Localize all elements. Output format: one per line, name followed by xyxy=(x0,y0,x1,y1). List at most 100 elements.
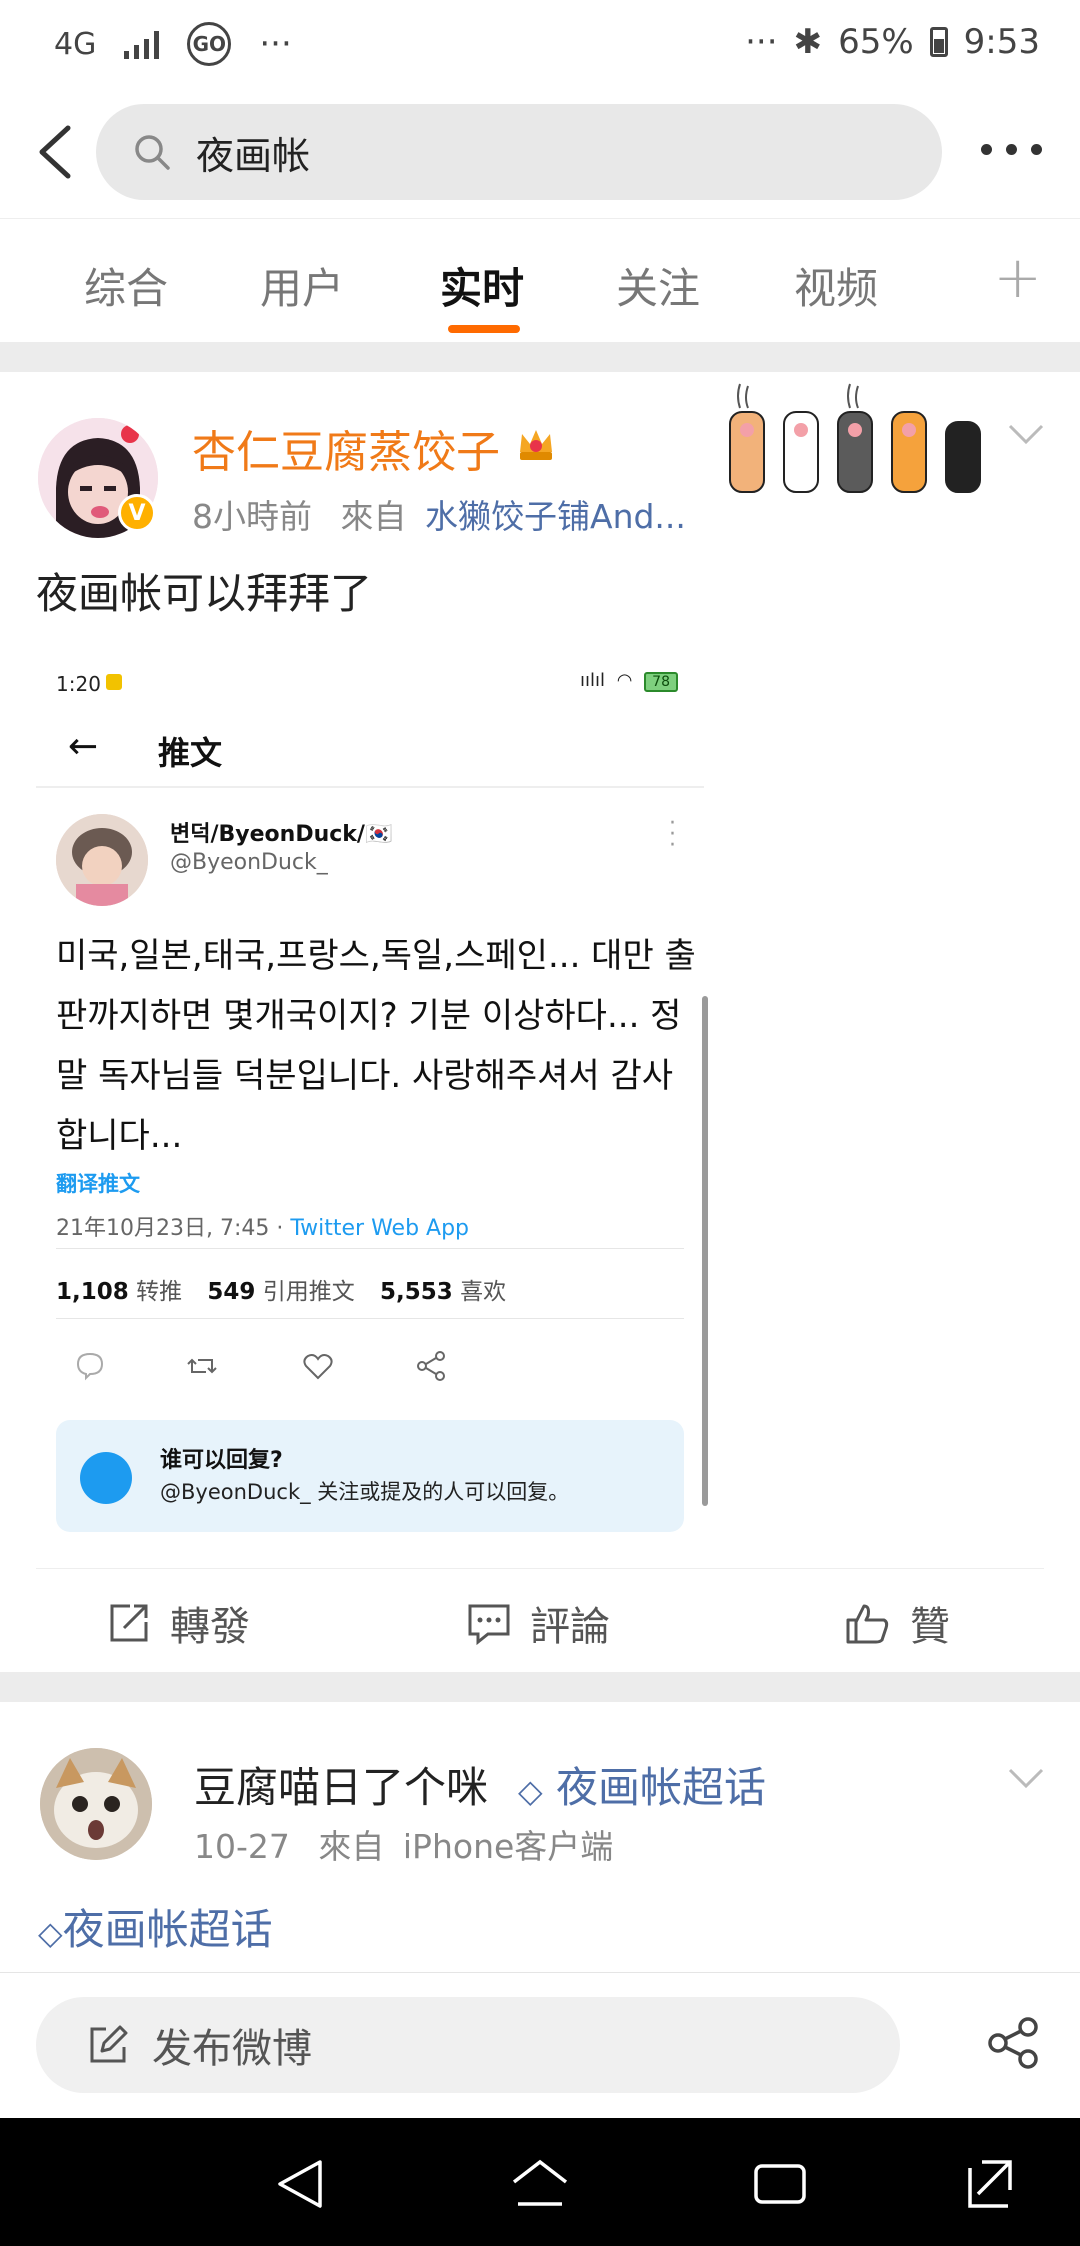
search-query: 夜画帐 xyxy=(196,133,311,178)
like-label: 喜欢 xyxy=(460,1279,507,1305)
super-topic-link[interactable]: ◇ 夜画帐超话 xyxy=(518,1754,766,1815)
comment-button[interactable]: 評論 xyxy=(466,1594,610,1652)
tab-realtime[interactable]: 实时 xyxy=(440,255,524,316)
repost-button[interactable]: 轉發 xyxy=(106,1594,250,1652)
post-source: iPhone客户端 xyxy=(402,1827,614,1866)
avatar-cat-illustration xyxy=(40,1748,152,1860)
like-count: 5,553 xyxy=(380,1279,453,1305)
nav-expand-icon[interactable] xyxy=(960,2156,1020,2212)
status-left: 4G GO ··· xyxy=(54,22,292,66)
embedded-stats: 1,108 转推 549 引用推文 5,553 喜欢 xyxy=(56,1272,506,1306)
divider xyxy=(36,786,704,788)
thumbs-up-icon xyxy=(846,1604,889,1644)
post-text: 夜画帐可以拜拜了 xyxy=(36,569,373,618)
embedded-tweet-text: 미국,일본,태국,프랑스,독일,스페인... 대만 출판까지하면 몇개국이지? … xyxy=(56,936,696,1156)
embedded-title: 推文 xyxy=(158,734,223,772)
divider xyxy=(56,1248,684,1249)
avatar[interactable] xyxy=(40,1748,152,1860)
embedded-back-icon: ← xyxy=(68,726,99,767)
post-time: 8小時前 xyxy=(192,497,312,536)
nav-back-icon[interactable] xyxy=(270,2156,330,2212)
embedded-share-icon xyxy=(417,1351,445,1381)
like-button[interactable]: 贊 xyxy=(844,1594,950,1652)
post-meta: 10-27 來自 iPhone客户端 xyxy=(194,1820,613,1868)
embedded-signal-icon: ıılıl xyxy=(579,670,605,691)
embedded-battery-icon: 78 xyxy=(644,672,678,692)
repost-label: 轉發 xyxy=(170,1604,250,1650)
from-label: 來自 xyxy=(340,497,407,536)
search-header: 夜画帐 xyxy=(0,92,1080,218)
crown-badge-icon xyxy=(520,430,552,460)
super-topic-label: 夜画帐超话 xyxy=(555,1763,766,1812)
embedded-translate-link: 翻译推文 xyxy=(56,1172,140,1196)
battery-icon xyxy=(929,27,948,57)
share-icon[interactable] xyxy=(984,2013,1044,2073)
status-right: ··· ✱ 65% 9:53 xyxy=(745,22,1040,62)
compose-button[interactable]: 发布微博 xyxy=(36,1997,900,2093)
chevron-down-icon[interactable] xyxy=(1006,422,1046,446)
post-author[interactable]: 豆腐喵日了个咪 xyxy=(194,1754,488,1815)
system-nav-bar xyxy=(0,2118,1080,2246)
divider xyxy=(36,1568,1044,1569)
signal-icon xyxy=(124,29,160,59)
from-label: 來自 xyxy=(318,1827,385,1866)
back-icon[interactable] xyxy=(28,120,92,184)
tab-bar: 综合 用户 实时 关注 视频 + xyxy=(0,218,1080,342)
like-label: 贊 xyxy=(910,1604,950,1650)
embedded-reply-icon xyxy=(76,1352,104,1381)
bluetooth-icon: ✱ xyxy=(793,22,823,62)
network-label: 4G xyxy=(54,26,97,62)
chevron-down-icon[interactable] xyxy=(1006,1766,1046,1790)
diamond-icon: ◇ xyxy=(518,1772,543,1810)
embedded-date-text: 21年10月23日, 7:45 · xyxy=(56,1216,291,1241)
overflow-indicator: ··· xyxy=(259,24,292,64)
add-tab-icon[interactable]: + xyxy=(993,243,1042,311)
quote-label: 引用推文 xyxy=(262,1279,355,1305)
status-bar: 4G GO ··· ··· ✱ 65% 9:53 xyxy=(0,0,1080,92)
search-input[interactable]: 夜画帐 xyxy=(96,104,942,200)
verified-badge-icon: V xyxy=(118,494,156,532)
embedded-retweet-icon xyxy=(187,1358,217,1374)
compose-bar: 发布微博 xyxy=(0,1972,1080,2118)
retweet-label: 转推 xyxy=(136,1279,183,1305)
post-card: 豆腐喵日了个咪 ◇ 夜画帐超话 10-27 來自 iPhone客户端 ◇夜画帐超… xyxy=(0,1702,1080,1972)
active-tab-indicator xyxy=(448,325,520,333)
clock: 9:53 xyxy=(963,22,1040,62)
embedded-scrollbar xyxy=(702,996,708,1506)
super-topic-tag-label: 夜画帐超话 xyxy=(62,1905,273,1954)
tab-users[interactable]: 用户 xyxy=(260,255,344,316)
quote-count: 549 xyxy=(207,1279,256,1305)
go-icon: GO xyxy=(187,22,232,66)
embedded-more-icon: · · · xyxy=(669,811,676,858)
embedded-avatar xyxy=(56,814,148,906)
retweet-count: 1,108 xyxy=(56,1279,129,1305)
more-options-icon[interactable] xyxy=(981,144,1042,155)
embedded-app: Twitter Web App xyxy=(290,1216,470,1241)
embedded-like-icon xyxy=(303,1354,333,1380)
comment-label: 評論 xyxy=(530,1604,610,1650)
tab-comprehensive[interactable]: 综合 xyxy=(84,255,168,316)
embedded-wifi-icon: ◠ xyxy=(616,670,633,691)
post-source[interactable]: 水獭饺子铺And... xyxy=(425,497,686,536)
post-author[interactable]: 杏仁豆腐蒸饺子 xyxy=(192,416,500,480)
nav-recents-icon[interactable] xyxy=(750,2156,810,2212)
post-card: V 杏仁豆腐蒸饺子 8小時前 來自 水獭饺子铺And... 夜画帐可以拜拜了 1… xyxy=(0,372,1080,1672)
reply-restriction-title: 谁可以回复? xyxy=(160,1448,283,1473)
embedded-status-icons: ıılıl ◠ 78 xyxy=(580,670,678,692)
edit-icon xyxy=(90,2025,128,2063)
embedded-author-handle: @ByeonDuck_ xyxy=(170,850,328,875)
reply-restriction-text: @ByeonDuck_ 关注或提及的人可以回复。 xyxy=(160,1480,570,1504)
embedded-status-time: 1:20 xyxy=(56,672,101,696)
tab-video[interactable]: 视频 xyxy=(794,255,878,316)
tab-following[interactable]: 关注 xyxy=(616,255,700,316)
post-meta: 8小時前 來自 水獭饺子铺And... xyxy=(192,490,686,538)
reply-restriction-icon xyxy=(80,1452,132,1504)
divider xyxy=(56,1318,684,1319)
post-image[interactable]: 1:20 ıılıl ◠ 78 ← 推文 변덕/ByeonDuck/🇰🇷 @By… xyxy=(36,636,708,1532)
embedded-reply-restriction: 谁可以回复? @ByeonDuck_ 关注或提及的人可以回复。 xyxy=(56,1420,684,1532)
diamond-icon: ◇ xyxy=(38,1914,63,1952)
nav-home-icon[interactable] xyxy=(510,2156,570,2212)
cat-paws-decoration-icon xyxy=(729,383,981,493)
battery-percent: 65% xyxy=(838,22,914,62)
super-topic-tag[interactable]: ◇夜画帐超话 xyxy=(38,1896,273,1957)
